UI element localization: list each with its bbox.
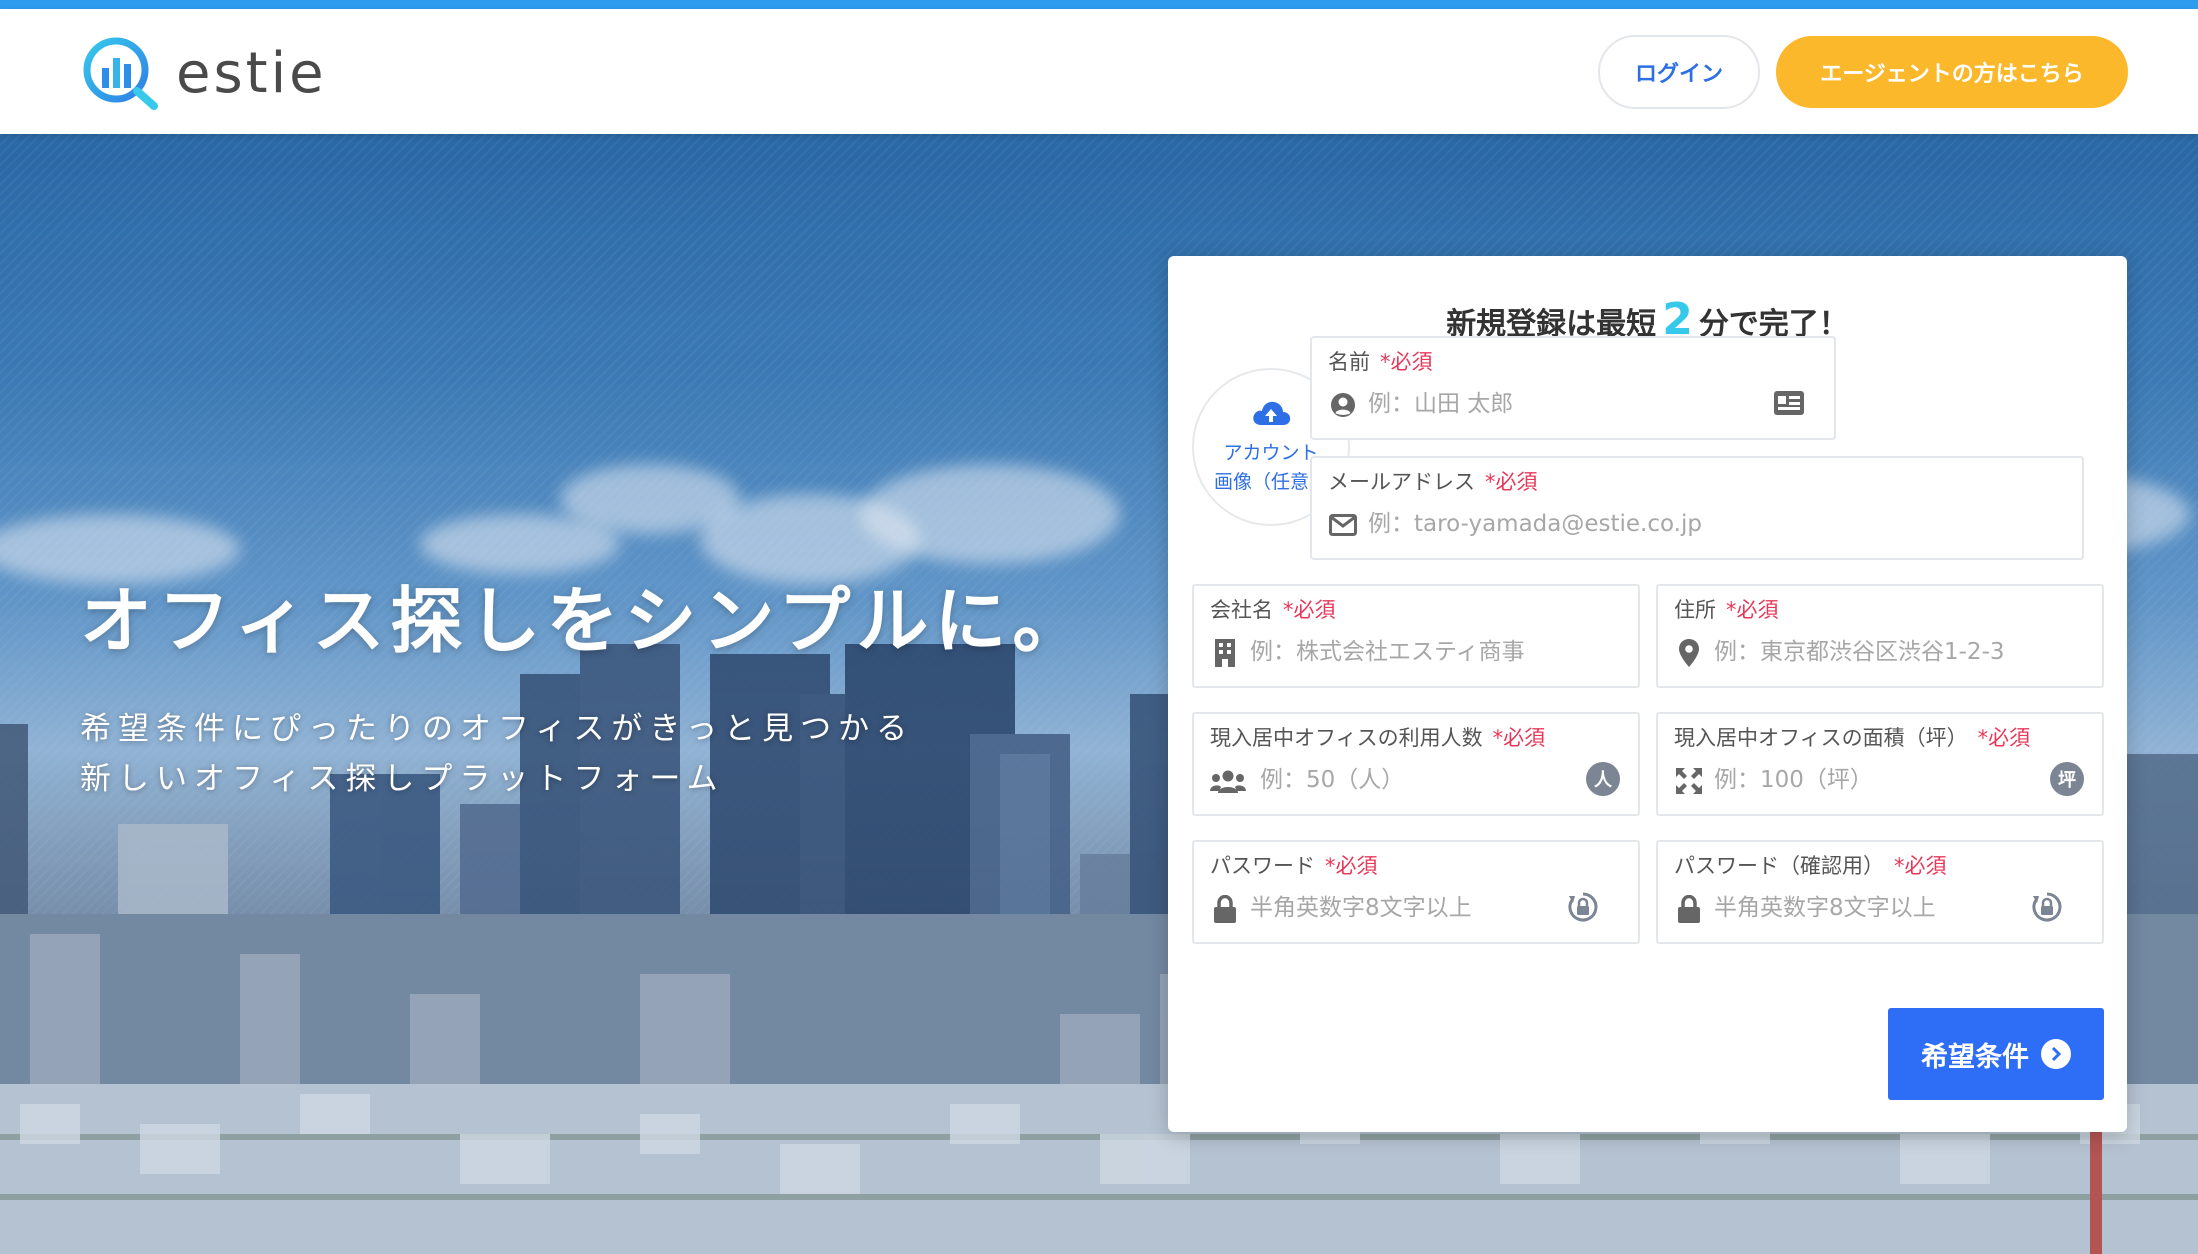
field-label-text: 名前 [1328,350,1370,374]
email-label: メールアドレス *必須 [1328,466,1538,496]
email-field: メールアドレス *必須 [1310,456,2084,560]
address-input[interactable] [1714,634,2084,670]
office-area-label: 現入居中オフィスの面積（坪） *必須 [1674,722,2030,752]
office-people-field: 現入居中オフィスの利用人数 *必須 人 [1192,712,1640,816]
required-mark: *必須 [1380,350,1433,374]
people-unit-text: 人 [1586,762,1620,796]
name-field: 名前 *必須 [1310,336,1836,440]
users-icon [1210,766,1246,796]
company-input[interactable] [1250,634,1620,670]
required-mark: *必須 [1325,854,1378,878]
top-accent-bar [0,0,2198,9]
required-mark: *必須 [1492,726,1546,750]
password-field: パスワード *必須 [1192,840,1640,944]
signup-form-card: 新規登録は最短2分で完了！ アカウント 画像（任意） 名前*必須 メールアドレス… [1168,256,2127,1132]
field-label-text: 住所 [1674,598,1716,622]
required-mark: *必須 [1894,854,1947,878]
required-mark: *必須 [1977,726,2031,750]
hero-subtitle: 希望条件にぴったりのオフィスがきっと見つかる 新しいオフィス探しプラットフォーム [80,704,914,804]
chevron-right-circle-icon [2041,1039,2071,1069]
office-people-label: 現入居中オフィスの利用人数 *必須 [1210,722,1545,752]
lock-icon [1674,894,1704,924]
password-label: パスワード *必須 [1210,850,1378,880]
hero-title: オフィス探しをシンプルに。 [80,579,1091,663]
required-mark: *必須 [1726,598,1779,622]
office-people-input[interactable] [1260,762,1560,798]
password-generate-icon[interactable] [2030,890,2064,924]
agent-link-button[interactable]: エージェントの方はこちら [1776,36,2128,108]
required-mark: *必須 [1283,598,1336,622]
area-unit-badge: 坪 [2050,762,2084,796]
address-label: 住所 *必須 [1674,594,1779,624]
logo[interactable]: estie [80,33,327,113]
logo-icon [83,37,158,110]
name-label: 名前 *必須 [1328,346,1433,376]
next-button-label: 希望条件 [1921,1041,2029,1073]
expand-icon [1674,766,1704,796]
cloud-upload-icon [1253,401,1291,425]
login-button[interactable]: ログイン [1598,35,1760,109]
next-conditions-button[interactable]: 希望条件 [1888,1008,2104,1100]
password-generate-icon[interactable] [1566,890,1600,924]
area-unit-text: 坪 [2050,762,2084,796]
office-area-field: 現入居中オフィスの面積（坪） *必須 坪 [1656,712,2104,816]
field-label-text: 現入居中オフィスの面積（坪） [1674,726,1968,750]
name-input[interactable] [1368,386,1768,422]
required-mark: *必須 [1485,470,1538,494]
map-pin-icon [1674,638,1704,668]
people-unit-badge: 人 [1586,762,1620,796]
field-label-text: パスワード（確認用） [1674,854,1884,878]
password-confirm-label: パスワード（確認用） *必須 [1674,850,1947,880]
id-card-icon [1772,386,1806,420]
building-icon [1210,638,1240,668]
company-label: 会社名 *必須 [1210,594,1336,624]
company-field: 会社名 *必須 [1192,584,1640,688]
hero-subtitle-line: 新しいオフィス探しプラットフォーム [80,761,725,797]
lock-icon [1210,894,1240,924]
email-input[interactable] [1368,506,2048,542]
field-label-text: パスワード [1210,854,1315,878]
hero-subtitle-line: 希望条件にぴったりのオフィスがきっと見つかる [80,711,915,747]
site-header: estie ログイン エージェントの方はこちら [0,9,2198,134]
user-circle-icon [1328,390,1358,420]
field-label-text: 現入居中オフィスの利用人数 [1210,726,1483,750]
field-label-text: 会社名 [1210,598,1273,622]
field-label-text: メールアドレス [1328,470,1475,494]
password-input[interactable] [1250,890,1550,926]
office-area-input[interactable] [1714,762,2014,798]
envelope-icon [1328,510,1358,540]
password-confirm-field: パスワード（確認用） *必須 [1656,840,2104,944]
password-confirm-input[interactable] [1714,890,2014,926]
logo-text: estie [176,40,327,106]
address-field: 住所 *必須 [1656,584,2104,688]
